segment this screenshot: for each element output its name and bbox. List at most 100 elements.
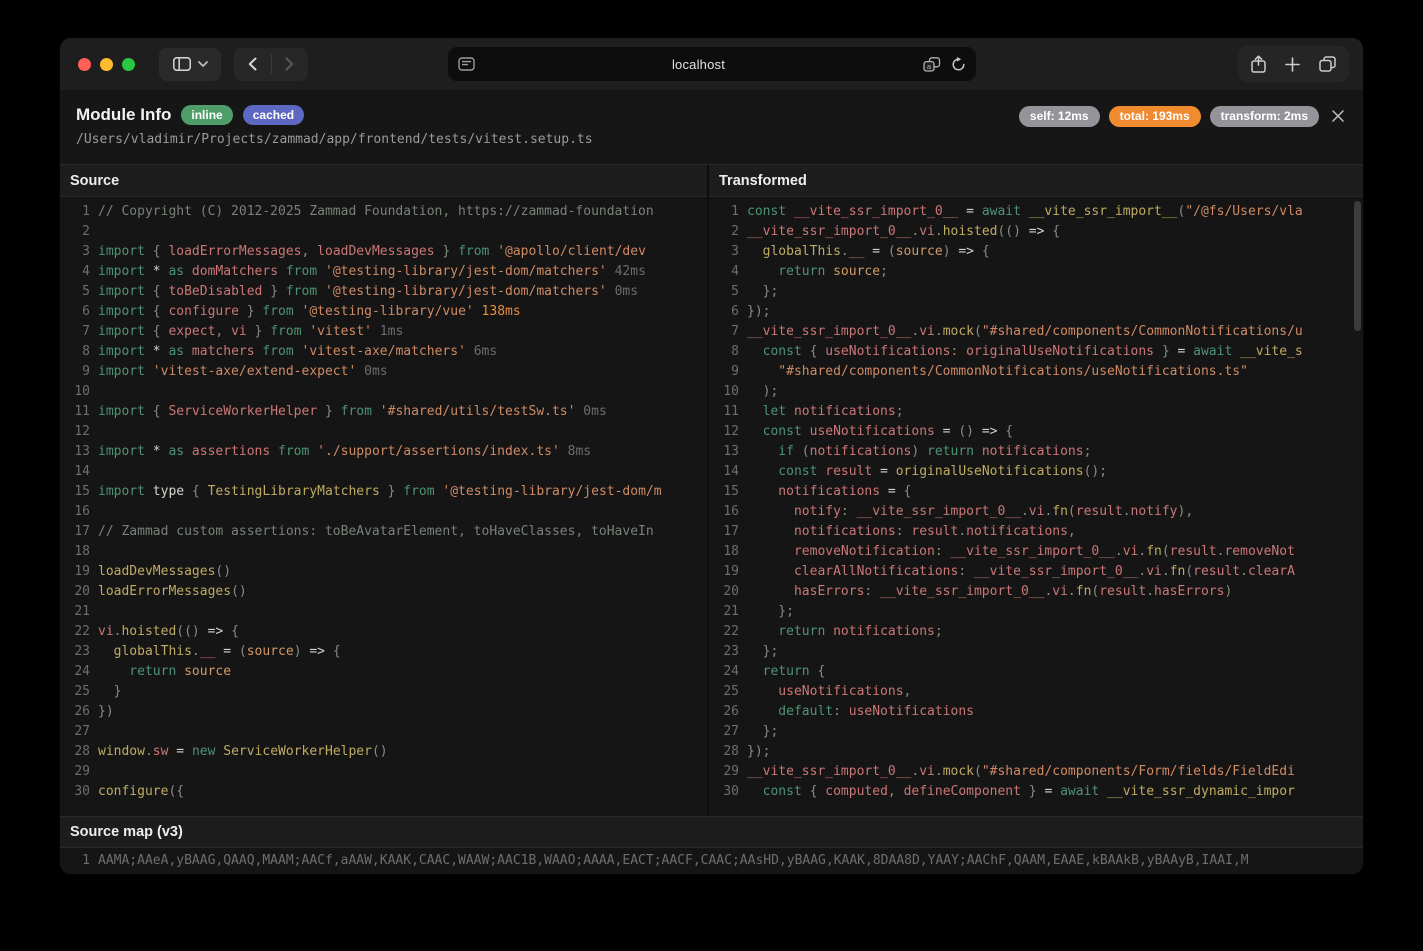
line-number: 7 bbox=[60, 324, 90, 344]
code-line: 20 hasErrors: __vite_ssr_import_0__.vi.f… bbox=[709, 584, 1363, 604]
line-number: 18 bbox=[709, 544, 739, 564]
line-number: 25 bbox=[709, 684, 739, 704]
sourcemap-body[interactable]: 1 AAMA;AAeA,yBAAG,QAAQ,MAAM;AACf,aAAW,KA… bbox=[60, 848, 1363, 874]
code-line: 30configure({ bbox=[60, 784, 707, 804]
line-number: 30 bbox=[60, 784, 90, 804]
line-number: 21 bbox=[709, 604, 739, 624]
code-line: 26}) bbox=[60, 704, 707, 724]
line-number: 2 bbox=[60, 224, 90, 244]
toolbar-right-buttons bbox=[1238, 46, 1349, 82]
line-number: 7 bbox=[709, 324, 739, 344]
timing-badges: self: 12ms total: 193ms transform: 2ms bbox=[1019, 106, 1319, 127]
code-line: 11 let notifications; bbox=[709, 404, 1363, 424]
line-number: 15 bbox=[60, 484, 90, 504]
sourcemap-title: Source map (v3) bbox=[60, 816, 1363, 848]
address-bar-actions: a bbox=[923, 57, 966, 72]
line-number: 26 bbox=[709, 704, 739, 724]
line-number: 25 bbox=[60, 684, 90, 704]
tab-overview-icon[interactable] bbox=[1319, 56, 1336, 72]
line-number: 29 bbox=[60, 764, 90, 784]
code-line: 25 } bbox=[60, 684, 707, 704]
code-line: 19loadDevMessages() bbox=[60, 564, 707, 584]
close-panel-button[interactable] bbox=[1327, 105, 1349, 127]
code-line: 30 const { computed, defineComponent } =… bbox=[709, 784, 1363, 804]
share-icon[interactable] bbox=[1251, 55, 1266, 73]
forward-button[interactable] bbox=[272, 48, 308, 81]
timing-self: self: 12ms bbox=[1019, 106, 1100, 127]
line-number: 27 bbox=[60, 724, 90, 744]
line-number: 11 bbox=[709, 404, 739, 424]
transformed-code[interactable]: 1const __vite_ssr_import_0__ = await __v… bbox=[709, 197, 1363, 816]
chevron-down-icon bbox=[198, 61, 208, 67]
line-number: 8 bbox=[709, 344, 739, 364]
code-line: 4 return source; bbox=[709, 264, 1363, 284]
code-line: 23 }; bbox=[709, 644, 1363, 664]
line-number: 23 bbox=[60, 644, 90, 664]
sidebar-icon bbox=[173, 57, 191, 71]
translate-icon[interactable]: a bbox=[923, 57, 941, 72]
code-line: 11import { ServiceWorkerHelper } from '#… bbox=[60, 404, 707, 424]
code-line: 9import 'vitest-axe/extend-expect' 0ms bbox=[60, 364, 707, 384]
line-number: 12 bbox=[60, 424, 90, 444]
code-line: 8import * as matchers from 'vitest-axe/m… bbox=[60, 344, 707, 364]
code-line: 24 return { bbox=[709, 664, 1363, 684]
line-number: 28 bbox=[60, 744, 90, 764]
line-number: 4 bbox=[709, 264, 739, 284]
back-button[interactable] bbox=[235, 48, 271, 81]
code-line: 12 bbox=[60, 424, 707, 444]
code-line: 17// Zammad custom assertions: toBeAvata… bbox=[60, 524, 707, 544]
page-menu-icon[interactable] bbox=[458, 57, 475, 71]
line-number: 23 bbox=[709, 644, 739, 664]
code-line: 23 globalThis.__ = (source) => { bbox=[60, 644, 707, 664]
close-window-button[interactable] bbox=[78, 58, 91, 71]
code-line: 9 "#shared/components/CommonNotification… bbox=[709, 364, 1363, 384]
line-number: 16 bbox=[709, 504, 739, 524]
code-line: 7__vite_ssr_import_0__.vi.mock("#shared/… bbox=[709, 324, 1363, 344]
transformed-pane: Transformed 1const __vite_ssr_import_0__… bbox=[707, 165, 1363, 816]
line-number: 19 bbox=[709, 564, 739, 584]
line-number: 18 bbox=[60, 544, 90, 564]
line-number: 14 bbox=[60, 464, 90, 484]
code-line: 1const __vite_ssr_import_0__ = await __v… bbox=[709, 204, 1363, 224]
line-number: 6 bbox=[709, 304, 739, 324]
code-line: 26 default: useNotifications bbox=[709, 704, 1363, 724]
code-line: 28}); bbox=[709, 744, 1363, 764]
line-number: 13 bbox=[709, 444, 739, 464]
code-line: 27 bbox=[60, 724, 707, 744]
source-pane-title: Source bbox=[60, 165, 707, 197]
line-number: 5 bbox=[709, 284, 739, 304]
line-number: 27 bbox=[709, 724, 739, 744]
line-number: 3 bbox=[60, 244, 90, 264]
line-number: 22 bbox=[60, 624, 90, 644]
code-line: 15import type { TestingLibraryMatchers }… bbox=[60, 484, 707, 504]
code-line: 16 notify: __vite_ssr_import_0__.vi.fn(r… bbox=[709, 504, 1363, 524]
code-line: 12 const useNotifications = () => { bbox=[709, 424, 1363, 444]
line-number: 9 bbox=[709, 364, 739, 384]
address-bar[interactable]: localhost a bbox=[448, 47, 976, 81]
new-tab-icon[interactable] bbox=[1285, 57, 1300, 72]
code-line: 7import { expect, vi } from 'vitest' 1ms bbox=[60, 324, 707, 344]
line-number: 6 bbox=[60, 304, 90, 324]
line-number: 22 bbox=[709, 624, 739, 644]
code-line: 29__vite_ssr_import_0__.vi.mock("#shared… bbox=[709, 764, 1363, 784]
minimize-window-button[interactable] bbox=[100, 58, 113, 71]
code-line: 18 bbox=[60, 544, 707, 564]
source-code[interactable]: 1// Copyright (C) 2012-2025 Zammad Found… bbox=[60, 197, 707, 816]
sourcemap-line-number: 1 bbox=[60, 853, 90, 868]
zoom-window-button[interactable] bbox=[122, 58, 135, 71]
reload-icon[interactable] bbox=[951, 57, 966, 72]
line-number: 30 bbox=[709, 784, 739, 804]
sidebar-toggle-button[interactable] bbox=[159, 48, 221, 81]
code-line: 4import * as domMatchers from '@testing-… bbox=[60, 264, 707, 284]
code-line: 6import { configure } from '@testing-lib… bbox=[60, 304, 707, 324]
url-text[interactable]: localhost bbox=[475, 57, 923, 72]
code-line: 16 bbox=[60, 504, 707, 524]
line-number: 2 bbox=[709, 224, 739, 244]
code-line: 3import { loadErrorMessages, loadDevMess… bbox=[60, 244, 707, 264]
code-line: 8 const { useNotifications: originalUseN… bbox=[709, 344, 1363, 364]
vertical-scrollbar[interactable] bbox=[1354, 201, 1361, 331]
line-number: 28 bbox=[709, 744, 739, 764]
code-line: 13 if (notifications) return notificatio… bbox=[709, 444, 1363, 464]
badge-inline: inline bbox=[181, 105, 232, 125]
screenshot-stage: localhost a bbox=[0, 0, 1423, 951]
